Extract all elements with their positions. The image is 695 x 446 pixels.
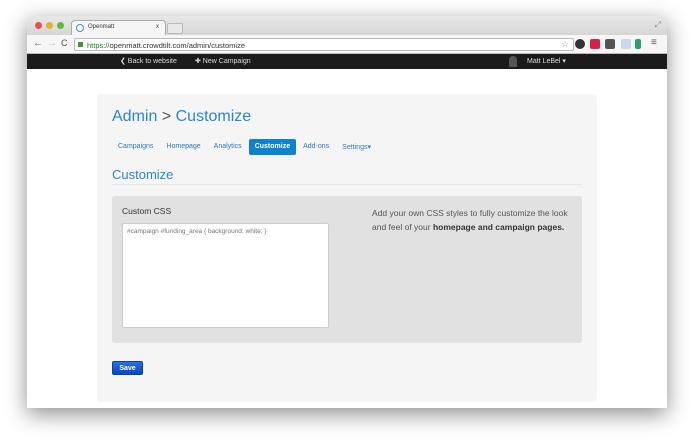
breadcrumb-admin[interactable]: Admin: [112, 108, 157, 125]
admin-panel: Admin > Customize Campaigns Homepage Ana…: [97, 94, 597, 402]
extension-icon[interactable]: [621, 39, 631, 49]
tab-campaigns[interactable]: Campaigns: [112, 139, 159, 155]
admin-tabs: Campaigns Homepage Analytics Customize A…: [112, 139, 378, 155]
favicon-icon: [76, 24, 84, 32]
close-window-button[interactable]: [35, 22, 42, 29]
bookmark-star-icon[interactable]: ☆: [561, 39, 569, 50]
page-title: Admin > Customize: [112, 108, 251, 126]
help-text-bold: homepage and campaign pages.: [432, 221, 565, 232]
new-campaign-link[interactable]: ✚ New Campaign: [195, 57, 251, 65]
reload-icon[interactable]: C: [61, 38, 68, 48]
tab-settings[interactable]: Settings▾: [336, 139, 377, 155]
avatar-icon: [509, 56, 517, 67]
back-icon[interactable]: ←: [33, 38, 43, 49]
menu-icon[interactable]: ≡: [651, 37, 657, 48]
browser-tab[interactable]: Openmatt x: [71, 20, 166, 35]
back-to-website-link[interactable]: ❮ Back to website: [120, 57, 177, 65]
extension-icon[interactable]: [635, 39, 641, 49]
custom-css-input[interactable]: [122, 223, 329, 328]
site-topnav: ❮ Back to website ✚ New Campaign Matt Le…: [27, 54, 667, 69]
fullscreen-icon[interactable]: ⤢: [655, 20, 661, 30]
tab-bar: Openmatt x ⤢: [27, 16, 667, 35]
tab-analytics[interactable]: Analytics: [208, 139, 248, 155]
help-text: Add your own CSS styles to fully customi…: [372, 207, 572, 234]
url-bar[interactable]: https://openmatt.crowdtilt.com/admin/cus…: [74, 38, 574, 51]
custom-css-label: Custom CSS: [122, 206, 172, 216]
divider: [112, 184, 582, 185]
save-button[interactable]: Save: [112, 361, 143, 375]
tab-close-icon[interactable]: x: [156, 24, 159, 30]
address-toolbar: ← → C https://openmatt.crowdtilt.com/adm…: [27, 35, 667, 54]
url-text: openmatt.crowdtilt.com/admin/customize: [109, 41, 245, 50]
zoom-window-button[interactable]: [57, 22, 64, 29]
url-scheme: https://: [87, 41, 110, 50]
user-menu[interactable]: Matt LeBel ▾: [527, 57, 566, 65]
tab-homepage[interactable]: Homepage: [160, 139, 206, 155]
extension-icon[interactable]: [590, 39, 600, 49]
breadcrumb-customize: Customize: [175, 108, 252, 125]
extension-icon[interactable]: [575, 39, 585, 49]
extension-icon[interactable]: [605, 39, 615, 49]
tab-add-ons[interactable]: Add-ons: [297, 139, 335, 155]
custom-css-well: Custom CSS Add your own CSS styles to fu…: [112, 196, 582, 343]
forward-icon[interactable]: →: [47, 38, 57, 49]
minimize-window-button[interactable]: [46, 22, 53, 29]
breadcrumb-separator: >: [161, 108, 172, 125]
lock-icon: [78, 42, 83, 47]
new-tab-button[interactable]: [167, 23, 183, 34]
tab-customize[interactable]: Customize: [248, 139, 297, 155]
browser-window: Openmatt x ⤢ ← → C https://openmatt.crow…: [27, 16, 667, 408]
tab-title: Openmatt: [88, 24, 115, 30]
section-title: Customize: [112, 167, 174, 182]
